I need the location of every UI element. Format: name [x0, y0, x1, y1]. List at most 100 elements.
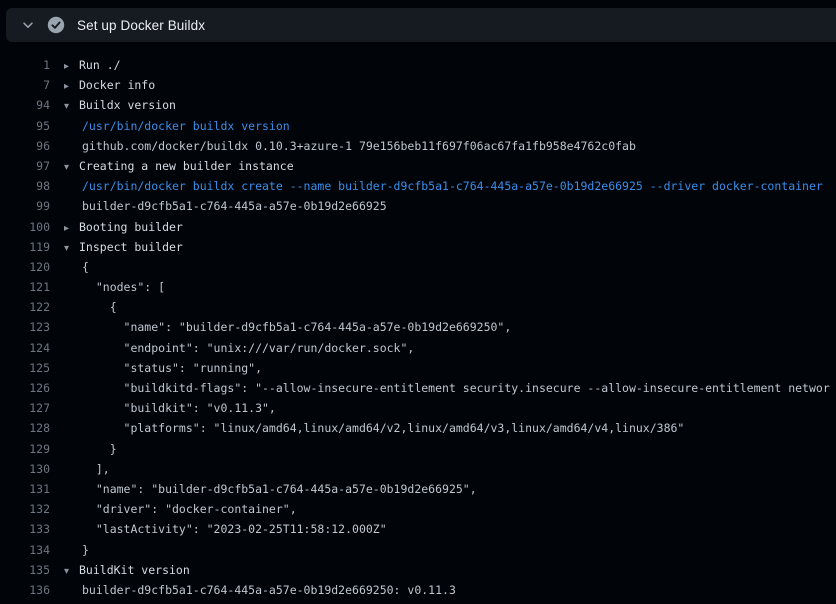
- log-line: 129 }: [0, 439, 836, 459]
- log-line-content: {: [64, 297, 836, 317]
- log-line-content: "buildkitd-flags": "--allow-insecure-ent…: [64, 378, 836, 398]
- line-number[interactable]: 1: [0, 55, 50, 75]
- log-line: 98 /usr/bin/docker buildx create --name …: [0, 176, 836, 196]
- log-text: "buildkitd-flags": "--allow-insecure-ent…: [82, 381, 830, 395]
- log-line-content[interactable]: ▾Creating a new builder instance: [64, 156, 836, 176]
- log-text: Inspect builder: [79, 240, 183, 254]
- log-line: 136 builder-d9cfb5a1-c764-445a-a57e-0b19…: [0, 580, 836, 600]
- line-number[interactable]: 123: [0, 317, 50, 337]
- line-number[interactable]: 99: [0, 196, 50, 216]
- log-text: github.com/docker/buildx 0.10.3+azure-1 …: [82, 139, 636, 153]
- log-text: "name": "builder-d9cfb5a1-c764-445a-a57e…: [82, 320, 511, 334]
- line-number[interactable]: 97: [0, 156, 50, 176]
- line-number[interactable]: 100: [0, 217, 50, 237]
- line-number[interactable]: 126: [0, 378, 50, 398]
- line-number[interactable]: 98: [0, 176, 50, 196]
- log-line: 134 }: [0, 540, 836, 560]
- log-text: Booting builder: [79, 220, 183, 234]
- line-number[interactable]: 129: [0, 439, 50, 459]
- log-line: 121 "nodes": [: [0, 277, 836, 297]
- triangle-down-icon[interactable]: ▾: [64, 562, 79, 580]
- triangle-down-icon[interactable]: ▾: [64, 239, 79, 257]
- line-number[interactable]: 131: [0, 479, 50, 499]
- log-line: 119 ▾Inspect builder: [0, 237, 836, 257]
- triangle-right-icon[interactable]: ▸: [64, 77, 79, 95]
- log-text: builder-d9cfb5a1-c764-445a-a57e-0b19d2e6…: [82, 199, 387, 213]
- log-text: BuildKit version: [79, 563, 190, 577]
- check-circle-icon: [47, 16, 65, 34]
- log-line-content: "nodes": [: [64, 277, 836, 297]
- log-text: "endpoint": "unix:///var/run/docker.sock…: [82, 341, 414, 355]
- log-line-content: "endpoint": "unix:///var/run/docker.sock…: [64, 338, 836, 358]
- log-line-content: "lastActivity": "2023-02-25T11:58:12.000…: [64, 519, 836, 539]
- log-line: 135 ▾BuildKit version: [0, 560, 836, 580]
- log-text: Buildx version: [79, 98, 176, 112]
- triangle-down-icon[interactable]: ▾: [64, 97, 79, 115]
- log-line: 7 ▸Docker info: [0, 75, 836, 95]
- log-line-content: "platforms": "linux/amd64,linux/amd64/v2…: [64, 418, 836, 438]
- log-text: "name": "builder-d9cfb5a1-c764-445a-a57e…: [82, 482, 477, 496]
- log-text: {: [82, 300, 117, 314]
- line-number[interactable]: 122: [0, 297, 50, 317]
- line-number[interactable]: 128: [0, 418, 50, 438]
- line-number[interactable]: 133: [0, 519, 50, 539]
- log-line: 1 ▸Run ./: [0, 55, 836, 75]
- log-text: "nodes": [: [82, 280, 165, 294]
- log-line: 123 "name": "builder-d9cfb5a1-c764-445a-…: [0, 317, 836, 337]
- line-number[interactable]: 124: [0, 338, 50, 358]
- log-area: 1 ▸Run ./ 7 ▸Docker info 94 ▾Buildx vers…: [0, 42, 836, 604]
- log-line: 131 "name": "builder-d9cfb5a1-c764-445a-…: [0, 479, 836, 499]
- log-text: builder-d9cfb5a1-c764-445a-a57e-0b19d2e6…: [82, 583, 456, 597]
- log-text: "driver": "docker-container",: [82, 502, 297, 516]
- line-number[interactable]: 120: [0, 257, 50, 277]
- log-text: "status": "running",: [82, 361, 262, 375]
- line-number[interactable]: 94: [0, 95, 50, 115]
- log-text: "buildkit": "v0.11.3",: [82, 401, 276, 415]
- log-line-content: "name": "builder-d9cfb5a1-c764-445a-a57e…: [64, 479, 836, 499]
- step-title: Set up Docker Buildx: [77, 18, 205, 33]
- log-line: 97 ▾Creating a new builder instance: [0, 156, 836, 176]
- line-number[interactable]: 95: [0, 116, 50, 136]
- line-number[interactable]: 96: [0, 136, 50, 156]
- line-number[interactable]: 136: [0, 580, 50, 600]
- log-text: {: [82, 260, 89, 274]
- log-line-content[interactable]: ▸Booting builder: [64, 217, 836, 237]
- triangle-down-icon[interactable]: ▾: [64, 158, 79, 176]
- triangle-right-icon[interactable]: ▸: [64, 57, 79, 75]
- step-header[interactable]: Set up Docker Buildx: [6, 8, 836, 42]
- log-line-content[interactable]: ▸Docker info: [64, 75, 836, 95]
- line-number[interactable]: 125: [0, 358, 50, 378]
- log-line: 100 ▸Booting builder: [0, 217, 836, 237]
- log-line-content: }: [64, 540, 836, 560]
- log-line-content[interactable]: ▾Inspect builder: [64, 237, 836, 257]
- line-number[interactable]: 132: [0, 499, 50, 519]
- log-text: /usr/bin/docker buildx create --name bui…: [82, 179, 823, 193]
- log-line-content: builder-d9cfb5a1-c764-445a-a57e-0b19d2e6…: [64, 580, 836, 600]
- log-line-content: {: [64, 257, 836, 277]
- log-line: 124 "endpoint": "unix:///var/run/docker.…: [0, 338, 836, 358]
- log-text: "lastActivity": "2023-02-25T11:58:12.000…: [82, 522, 387, 536]
- log-line-content: /usr/bin/docker buildx version: [64, 116, 836, 136]
- log-text: }: [82, 543, 89, 557]
- log-line-content: "driver": "docker-container",: [64, 499, 836, 519]
- log-line-content[interactable]: ▸Run ./: [64, 55, 836, 75]
- triangle-right-icon[interactable]: ▸: [64, 219, 79, 237]
- log-text: ],: [82, 462, 110, 476]
- log-line-content[interactable]: ▾BuildKit version: [64, 560, 836, 580]
- log-line-content[interactable]: ▾Buildx version: [64, 95, 836, 115]
- line-number[interactable]: 130: [0, 459, 50, 479]
- line-number[interactable]: 119: [0, 237, 50, 257]
- log-text: Docker info: [79, 78, 155, 92]
- log-line: 132 "driver": "docker-container",: [0, 499, 836, 519]
- log-line-content: /usr/bin/docker buildx create --name bui…: [64, 176, 836, 196]
- line-number[interactable]: 7: [0, 75, 50, 95]
- log-line: 127 "buildkit": "v0.11.3",: [0, 398, 836, 418]
- chevron-down-icon[interactable]: [20, 17, 36, 33]
- log-line: 122 {: [0, 297, 836, 317]
- line-number[interactable]: 127: [0, 398, 50, 418]
- line-number[interactable]: 121: [0, 277, 50, 297]
- line-number[interactable]: 134: [0, 540, 50, 560]
- line-number[interactable]: 135: [0, 560, 50, 580]
- log-line: 120 {: [0, 257, 836, 277]
- log-line: 133 "lastActivity": "2023-02-25T11:58:12…: [0, 519, 836, 539]
